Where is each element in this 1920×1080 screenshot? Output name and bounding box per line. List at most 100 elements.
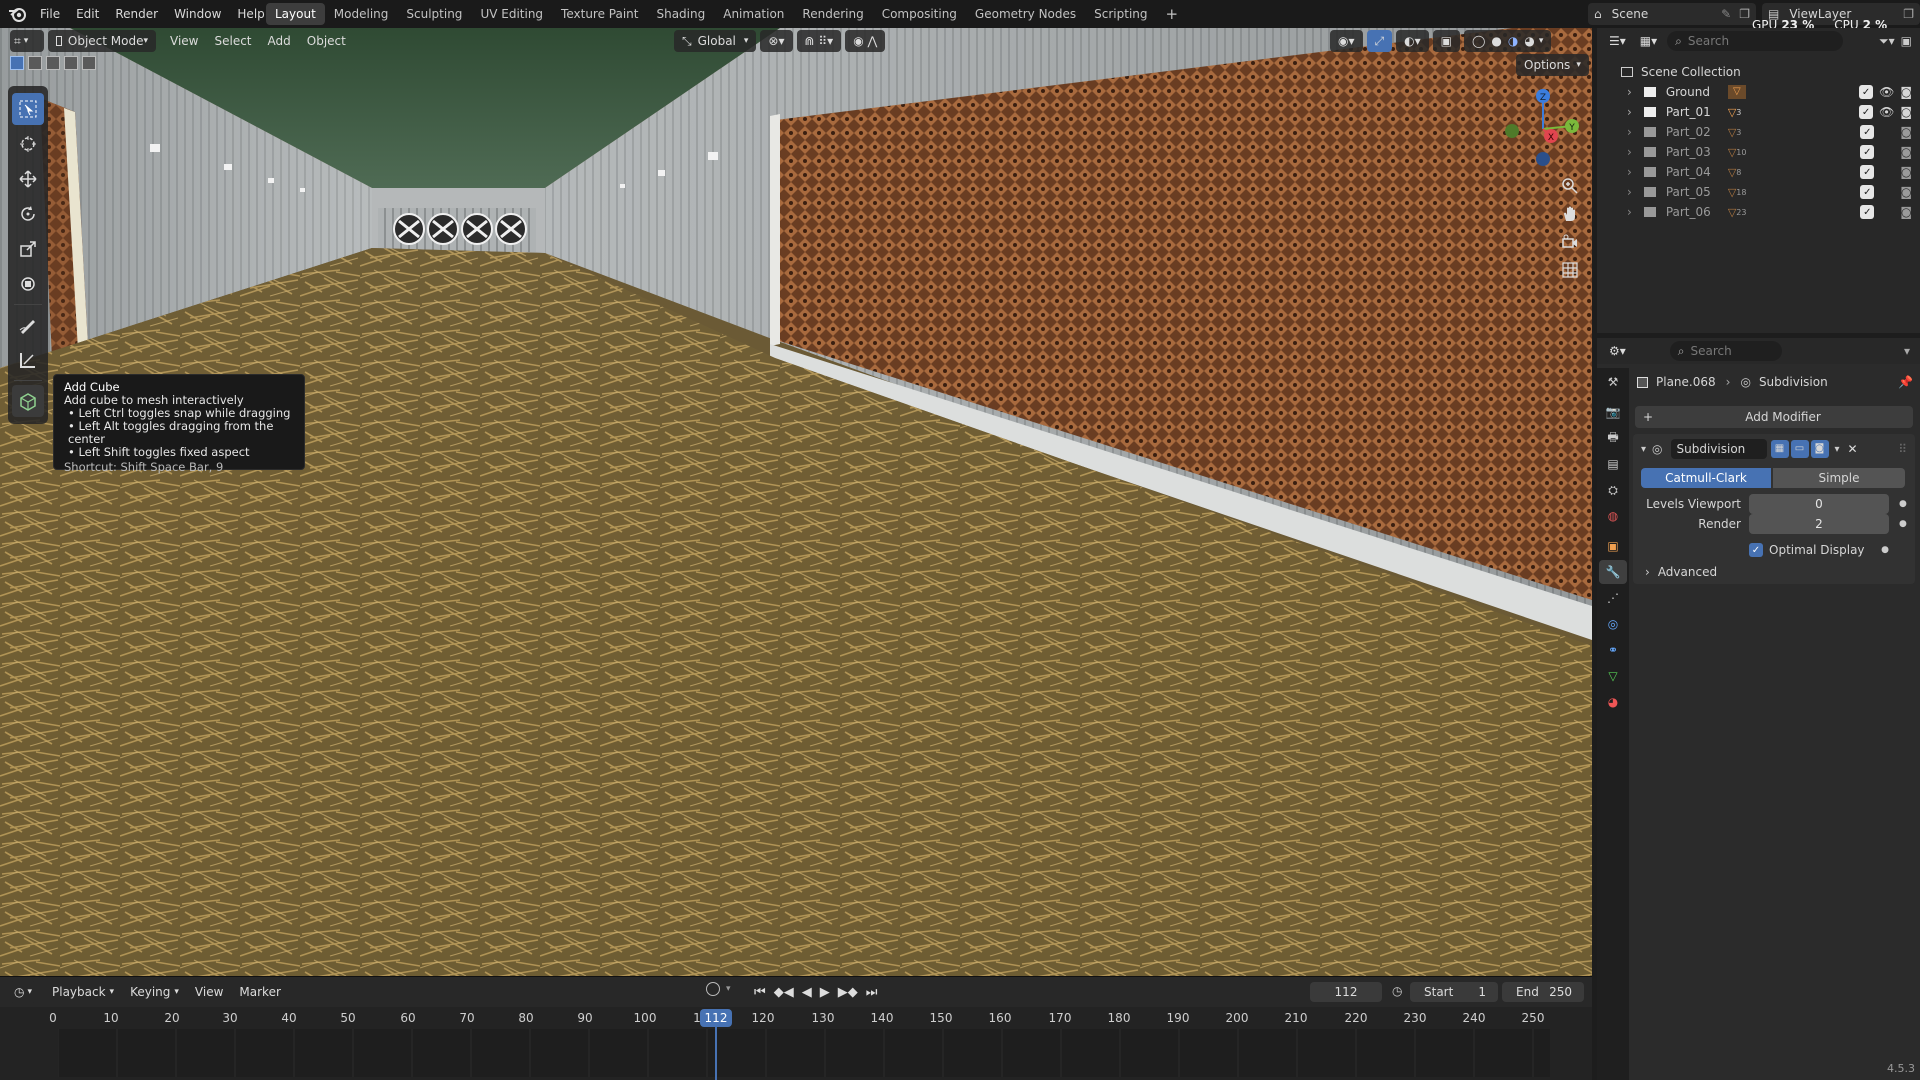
collapse-chevron-icon[interactable]: ▾ [1641,444,1646,455]
modifier-menu-chevron-icon[interactable]: ▾ [1835,444,1840,455]
exclude-checkbox[interactable]: ✓ [1859,105,1874,119]
data-tab-icon[interactable]: ▽ [1599,664,1627,688]
exclude-checkbox[interactable]: ✓ [1860,165,1875,179]
outliner-item[interactable]: › Part_02 ▽ 3 ✓ ◙ [1597,122,1920,142]
select-extend-icon[interactable] [28,56,42,70]
render-camera-icon[interactable]: ◙ [1900,85,1912,99]
menu-edit[interactable]: Edit [68,0,107,28]
tab-texture-paint[interactable]: Texture Paint [552,3,647,25]
constraints-tab-icon[interactable]: ⚭ [1599,638,1627,662]
levels-viewport-field[interactable]: 0 [1749,494,1889,514]
pin-icon[interactable]: 📌 [1898,375,1913,389]
select-invert-icon[interactable] [64,56,78,70]
select-box-tool[interactable] [12,93,44,125]
material-tab-icon[interactable]: ◕ [1599,690,1627,714]
render-tab-icon[interactable]: 📷 [1599,400,1627,424]
advanced-subpanel[interactable]: › Advanced [1633,562,1915,582]
expand-arrow-icon[interactable]: › [1627,205,1632,219]
exclude-checkbox[interactable]: ✓ [1860,205,1875,219]
move-tool[interactable] [12,163,44,195]
exclude-checkbox[interactable]: ✓ [1860,125,1875,139]
rendered-shading-icon[interactable]: ◕ [1524,30,1534,52]
expand-arrow-icon[interactable]: › [1627,185,1632,199]
options-button[interactable]: Options ▾ [1516,54,1589,76]
tab-scripting[interactable]: Scripting [1085,3,1156,25]
view-layer-tab-icon[interactable]: ▤ [1599,452,1627,476]
proportional-edit-icon[interactable]: ◉ ⋀ [845,30,886,52]
visibility-icon[interactable]: ◉▾ [1330,30,1363,52]
timeline-editor[interactable]: ◷ ▾ Playback ▾ Keying ▾ View Marker ▾ ⏮ ◆◀ … [0,976,1592,1080]
menu-view[interactable]: View [162,30,206,52]
pan-hand-icon[interactable] [1556,200,1584,228]
gizmo-toggle-icon[interactable]: ⤢ [1366,30,1393,52]
outliner-item[interactable]: › Part_03 ▽ 10 ✓ ◙ [1597,142,1920,162]
new-viewlayer-icon[interactable]: ❐ [1903,7,1914,21]
outliner-editor-type-button[interactable]: ☰▾ [1605,30,1630,52]
wireframe-shading-icon[interactable]: ◯ [1472,30,1485,52]
tab-sculpting[interactable]: Sculpting [397,3,471,25]
3d-viewport[interactable] [0,28,1592,976]
simple-option[interactable]: Simple [1773,468,1905,488]
tab-compositing[interactable]: Compositing [873,3,966,25]
playhead-line[interactable] [715,1027,717,1080]
menu-file[interactable]: File [32,0,68,28]
menu-add[interactable]: Add [260,30,299,52]
modifier-tab-icon[interactable]: 🔧 [1599,560,1627,584]
expand-arrow-icon[interactable]: › [1627,125,1632,139]
animate-dot-icon[interactable]: ● [1881,545,1889,555]
tab-layout[interactable]: Layout [266,3,325,25]
expand-arrow-icon[interactable]: › [1627,145,1632,159]
physics-tab-icon[interactable]: ◎ [1599,612,1627,636]
outliner-item[interactable]: › Part_06 ▽ 23 ✓ ◙ [1597,202,1920,222]
outliner-item[interactable]: › Part_05 ▽ 18 ✓ ◙ [1597,182,1920,202]
cursor-tool[interactable] [12,128,44,160]
viewport-toggle-icon[interactable]: ▭ [1790,440,1809,458]
rotate-tool[interactable] [12,198,44,230]
menu-select[interactable]: Select [206,30,259,52]
pivot-icon[interactable]: ⊗▾ [760,30,793,52]
exclude-checkbox[interactable]: ✓ [1859,85,1874,99]
expand-arrow-icon[interactable]: › [1627,165,1632,179]
navigation-gizmo[interactable]: Z Y X [1500,86,1586,172]
add-modifier-button[interactable]: + Add Modifier [1635,406,1913,428]
breadcrumb-modifier[interactable]: Subdivision [1759,375,1828,389]
zoom-icon[interactable] [1556,172,1584,200]
filter-icon[interactable]: ⏷▾ [1879,34,1895,49]
exclude-checkbox[interactable]: ✓ [1860,185,1875,199]
output-tab-icon[interactable]: 🖶 [1599,426,1627,450]
particles-tab-icon[interactable]: ⋰ [1599,586,1627,610]
xray-icon[interactable]: ▣ [1432,30,1460,52]
render-levels-field[interactable]: 2 [1749,514,1889,534]
select-intersect-icon[interactable] [82,56,96,70]
outliner-item[interactable]: › Ground ▽ ✓ 👁 ◙ [1597,82,1920,102]
mode-selector[interactable]: Object Mode ▾ [48,30,156,52]
render-camera-icon[interactable]: ◙ [1900,105,1912,119]
transform-tool[interactable] [12,268,44,300]
properties-search-field[interactable]: ⌕ Search [1669,341,1782,361]
new-collection-icon[interactable]: ▣ [1901,34,1912,48]
render-camera-icon[interactable]: ◙ [1900,185,1912,199]
solid-shading-icon[interactable]: ● [1491,30,1501,52]
edit-mode-toggle-icon[interactable]: ▦ [1770,440,1789,458]
eye-icon[interactable]: 👁 [1879,105,1894,119]
orientation-selector[interactable]: ⤡ Global ▾ [674,30,757,52]
tab-animation[interactable]: Animation [714,3,793,25]
select-new-icon[interactable] [10,56,24,70]
annotate-tool[interactable] [12,309,44,341]
render-toggle-icon[interactable]: ◙ [1810,440,1829,458]
properties-editor-type-button[interactable]: ⚙▾ [1605,340,1630,362]
render-camera-icon[interactable]: ◙ [1900,145,1912,159]
modifier-name-field[interactable]: Subdivision [1670,439,1767,459]
blender-logo-icon[interactable] [8,5,28,23]
drag-handle-icon[interactable]: ⠿ [1898,442,1907,456]
camera-view-icon[interactable] [1556,228,1584,256]
scene-tab-icon[interactable]: ⛭ [1599,478,1627,502]
pin-icon[interactable]: ✎ [1721,7,1731,21]
menu-window[interactable]: Window [166,0,229,28]
expand-arrow-icon[interactable]: › [1627,105,1632,119]
material-shading-icon[interactable]: ◑ [1508,30,1518,52]
tab-shading[interactable]: Shading [647,3,714,25]
add-cube-tool[interactable] [12,385,44,417]
keyframe-area[interactable] [57,1029,1550,1077]
optimal-display-checkbox[interactable]: ✓ [1749,543,1763,557]
